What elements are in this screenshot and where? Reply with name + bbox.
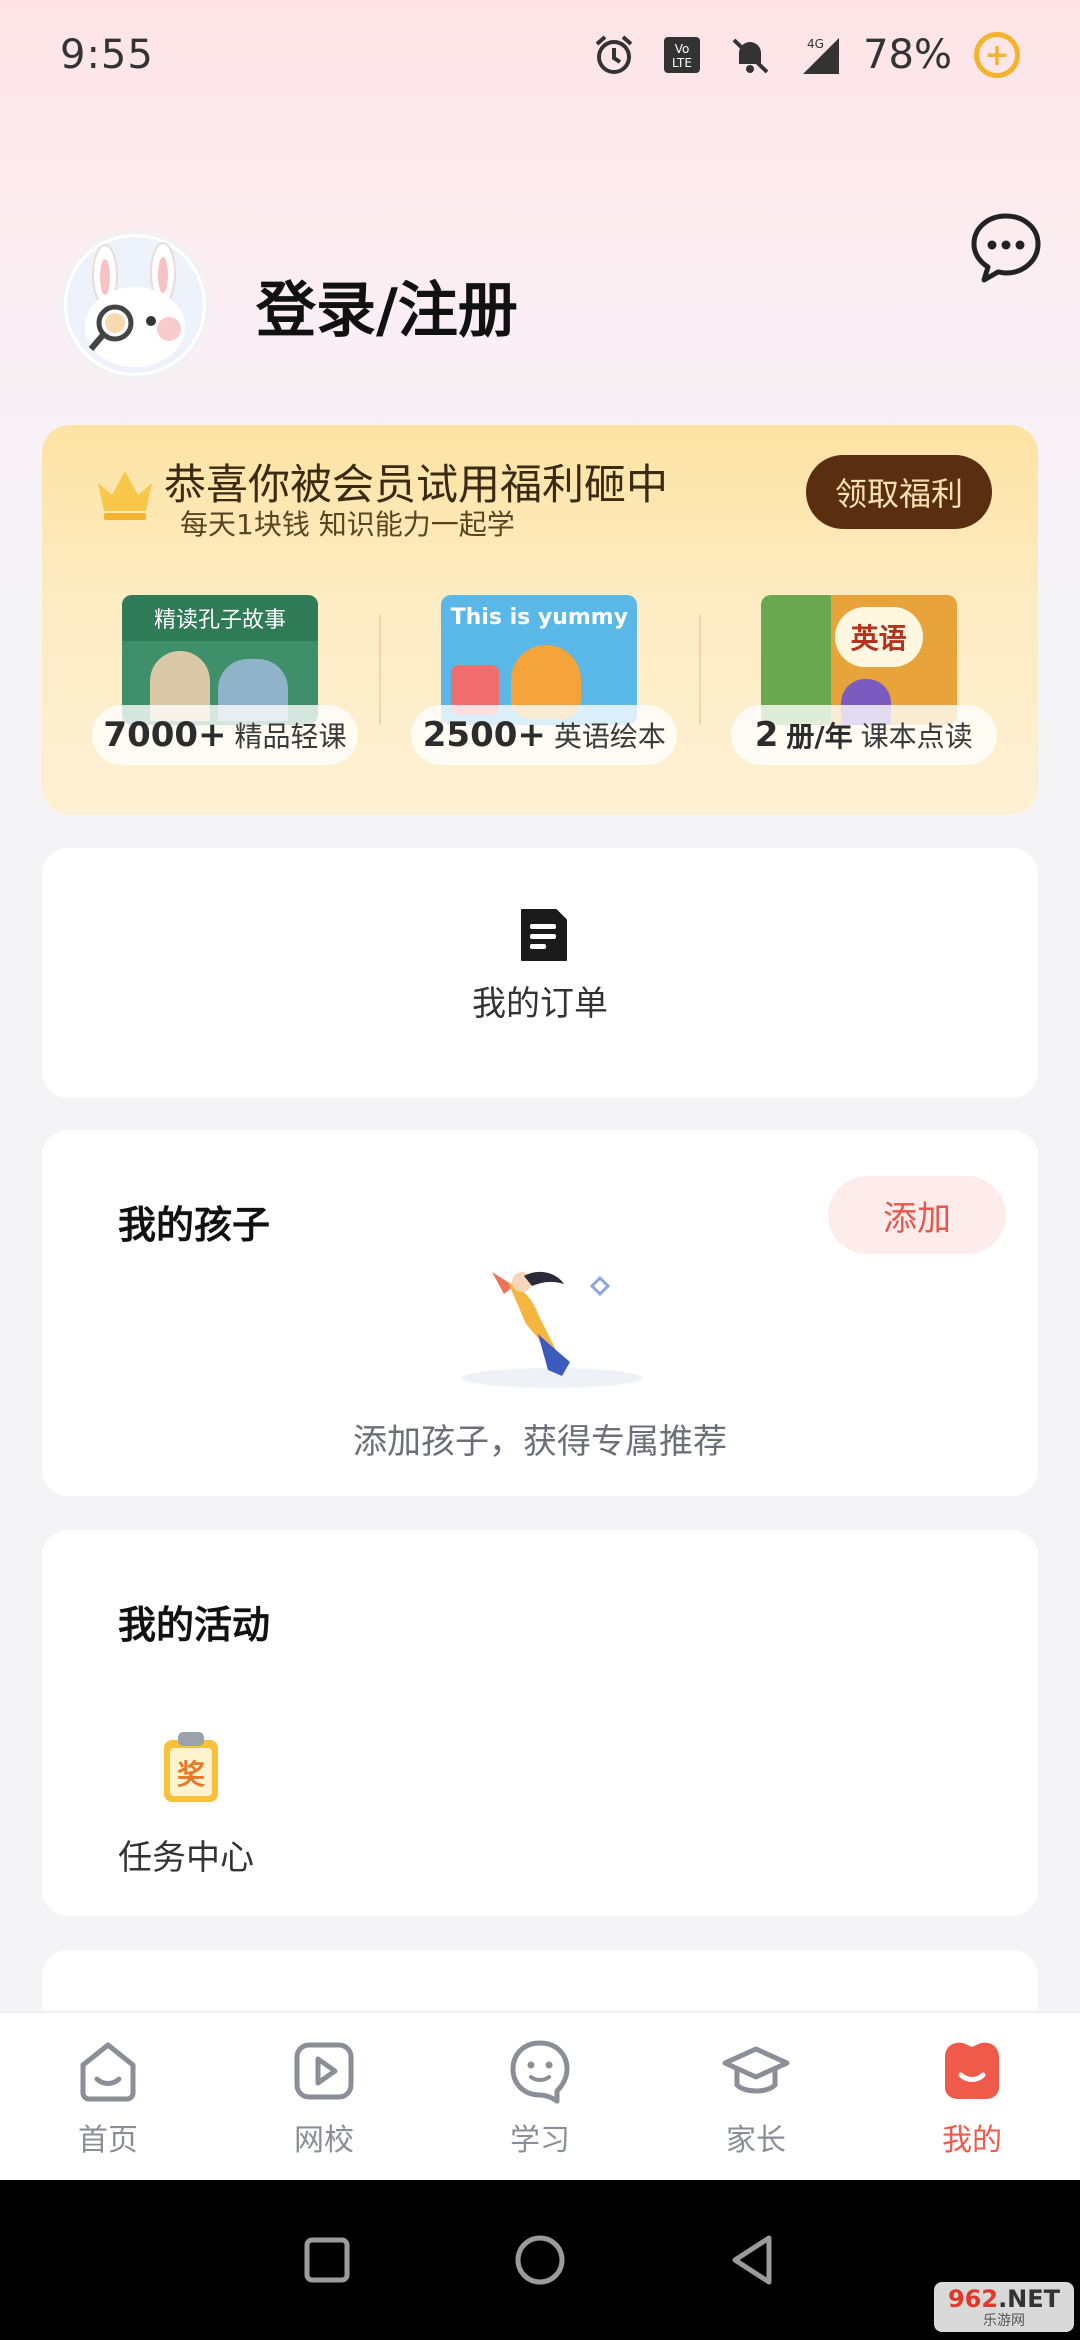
graduation-cap-icon <box>722 2046 790 2094</box>
next-section-card <box>42 1950 1038 2010</box>
profile-header[interactable]: 登录/注册 <box>60 230 518 380</box>
svg-text:奖: 奖 <box>177 1758 205 1791</box>
vip-pill-picturebooks: 2500+ 英语绘本 <box>411 705 678 765</box>
tab-home[interactable]: 首页 <box>0 2013 216 2180</box>
battery-icon: + <box>974 32 1020 78</box>
claim-benefit-button[interactable]: 领取福利 <box>806 455 992 529</box>
rabbit-avatar-icon <box>67 237 203 373</box>
my-orders-label: 我的订单 <box>472 984 608 1024</box>
vip-pill-lessons: 7000+ 精品轻课 <box>92 705 358 765</box>
tab-parents[interactable]: 家长 <box>648 2013 864 2180</box>
vip-benefit-picturebooks[interactable]: This is yummy 2500+ 英语绘本 <box>381 595 698 805</box>
orders-card[interactable]: 我的订单 <box>42 848 1038 1098</box>
vip-trial-card[interactable]: 恭喜你被会员试用福利砸中 每天1块钱 知识能力一起学 领取福利 精读孔子故事 7… <box>42 425 1038 815</box>
svg-text:LTE: LTE <box>672 56 692 70</box>
vip-benefit-lessons[interactable]: 精读孔子故事 7000+ 精品轻课 <box>62 595 379 805</box>
login-register-link[interactable]: 登录/注册 <box>256 262 518 349</box>
my-activities-title: 我的活动 <box>118 1603 271 1647</box>
system-nav-bar: 962.NET 乐游网 <box>0 2180 1080 2340</box>
status-icons: Vo LTE 4G 78% + <box>591 32 1020 78</box>
recents-icon[interactable] <box>297 2230 357 2290</box>
my-activities-card: 我的活动 奖 任务中心 <box>42 1530 1038 1916</box>
signal-4g-icon: 4G <box>803 37 840 74</box>
tab-study[interactable]: 学习 <box>432 2013 648 2180</box>
vip-benefits: 精读孔子故事 7000+ 精品轻课 This is yummy 2500+ 英语… <box>62 595 1018 805</box>
status-bar: 9:55 Vo LTE 4G 78% + <box>0 0 1080 110</box>
status-time: 9:55 <box>60 32 154 78</box>
bottom-tab-bar: 首页 网校 学习 家长 我的 <box>0 2012 1080 2180</box>
alarm-icon <box>595 35 633 74</box>
message-icon[interactable] <box>968 210 1044 286</box>
tab-online-school[interactable]: 网校 <box>216 2013 432 2180</box>
profile-icon <box>945 2042 999 2099</box>
svg-text:4G: 4G <box>807 37 824 51</box>
volte-icon: Vo LTE <box>664 37 701 73</box>
home-button-icon[interactable] <box>510 2230 570 2290</box>
study-face-icon <box>510 2040 570 2104</box>
back-icon[interactable] <box>723 2230 783 2290</box>
watermark-logo: 962.NET 乐游网 <box>934 2282 1074 2332</box>
reward-clipboard-icon: 奖 <box>164 1732 218 1802</box>
svg-text:Vo: Vo <box>675 42 690 56</box>
mute-bell-icon <box>732 38 769 74</box>
battery-percent: 78% <box>863 32 952 78</box>
vip-pill-textbook: 2 册/年 课本点读 <box>730 705 997 765</box>
order-list-icon <box>521 909 567 961</box>
tab-mine[interactable]: 我的 <box>864 2013 1080 2180</box>
my-kids-title: 我的孩子 <box>118 1203 271 1247</box>
play-icon <box>294 2042 354 2100</box>
flying-kid-illustration <box>462 1271 642 1388</box>
task-center-label: 任务中心 <box>118 1838 254 1878</box>
my-kids-card: 我的孩子 添加 添加孩子，获得专属推荐 <box>42 1130 1038 1496</box>
avatar[interactable] <box>60 230 210 380</box>
add-kid-hint: 添加孩子，获得专属推荐 <box>353 1422 727 1462</box>
vip-subtitle: 每天1块钱 知识能力一起学 <box>180 508 515 541</box>
add-kid-button[interactable]: 添加 <box>828 1176 1006 1254</box>
crown-icon <box>98 471 152 520</box>
home-icon <box>80 2042 136 2102</box>
vip-benefit-textbook[interactable]: 英语 2 册/年 课本点读 <box>701 595 1018 805</box>
